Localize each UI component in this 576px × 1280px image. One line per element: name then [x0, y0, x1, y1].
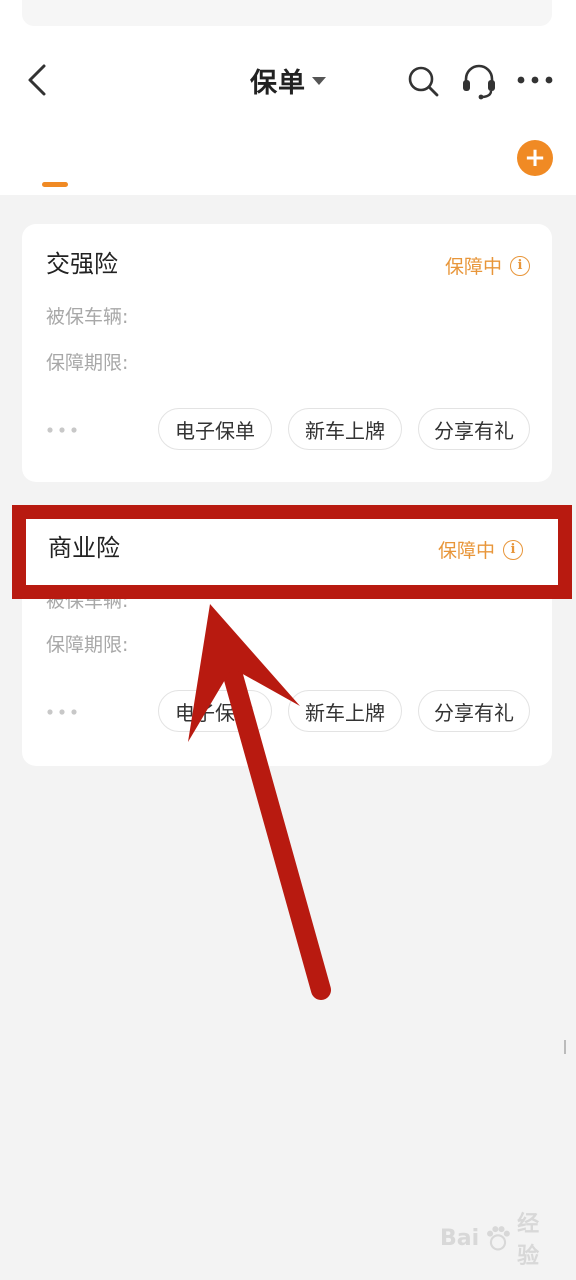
search-icon[interactable] [406, 64, 440, 98]
status-strip [22, 0, 552, 26]
tab-indicator [42, 182, 68, 187]
watermark-right: 经验 [517, 1212, 540, 1269]
caret-down-icon [312, 77, 326, 85]
coverage-period-label: 保障期限: [46, 634, 129, 656]
coverage-period-label: 保障期限: [46, 352, 129, 374]
status-badge[interactable]: 保障中 i [445, 252, 530, 279]
status-badge[interactable]: 保障中 i [438, 536, 524, 563]
policy-title: 商业险 [48, 534, 120, 562]
new-car-plate-button[interactable]: 新车上牌 [288, 690, 402, 732]
top-bar: 保单 + [0, 0, 576, 195]
more-dots-icon[interactable] [46, 708, 78, 716]
e-policy-button[interactable]: 电子保单 [158, 408, 272, 450]
more-icon[interactable] [516, 70, 554, 90]
page-title: 保单 [250, 67, 306, 99]
scrollbar[interactable] [564, 1040, 566, 1054]
share-gift-button[interactable]: 分享有礼 [418, 408, 530, 450]
headset-icon[interactable] [460, 62, 498, 100]
new-car-plate-button[interactable]: 新车上牌 [288, 408, 402, 450]
paw-icon [487, 1226, 510, 1251]
status-text: 保障中 [438, 540, 496, 562]
info-icon[interactable]: i [503, 539, 524, 560]
policy-card[interactable]: 交强险 保障中 i 被保车辆: 保障期限: 电子保单 新车上牌 分享有礼 [22, 224, 552, 482]
watermark: Bai 经验 [440, 1212, 556, 1269]
insured-vehicle-label: 被保车辆: [46, 306, 129, 328]
add-policy-button[interactable]: + [517, 140, 553, 176]
share-gift-button[interactable]: 分享有礼 [418, 690, 530, 732]
more-dots-icon[interactable] [46, 426, 78, 434]
watermark-left: Bai [440, 1225, 480, 1251]
status-text: 保障中 [444, 256, 502, 278]
info-icon[interactable]: i [510, 255, 530, 276]
policy-title: 交强险 [46, 250, 118, 278]
e-policy-button[interactable]: 电子保单 [158, 690, 272, 732]
